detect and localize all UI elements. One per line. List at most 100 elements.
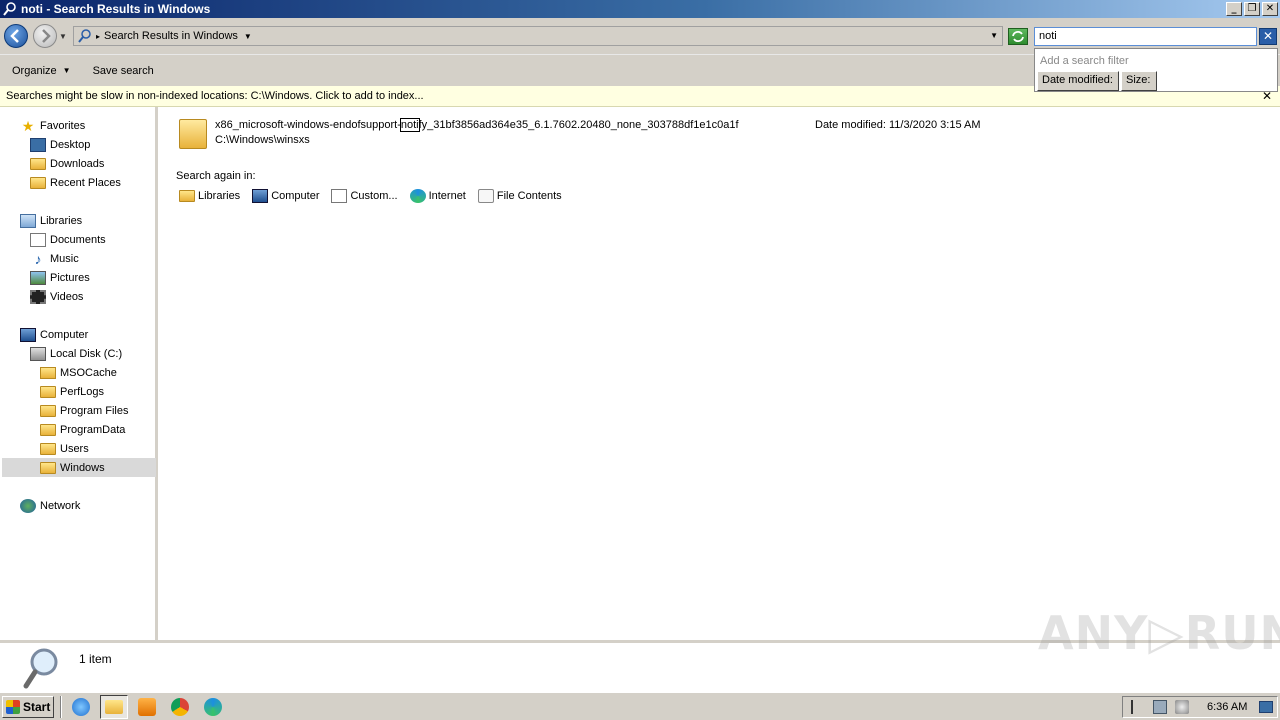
nav-windows[interactable]: Windows [2, 458, 156, 477]
result-name-prefix: x86_microsoft-windows-endofsupport- [215, 119, 401, 131]
search-again-libraries[interactable]: Libraries [179, 189, 240, 203]
nav-pictures[interactable]: Pictures [30, 268, 90, 287]
crumb-arrow-icon[interactable]: ▸ [96, 32, 100, 41]
save-search-button[interactable]: Save search [93, 65, 154, 77]
search-again-custom[interactable]: Custom... [331, 189, 398, 203]
action-center-flag-icon[interactable] [1131, 700, 1145, 714]
chrome-taskbar-button[interactable] [166, 695, 194, 719]
search-again-internet[interactable]: Internet [409, 189, 466, 203]
back-button[interactable] [4, 24, 28, 48]
result-name-match: noti [399, 118, 420, 132]
desktop-icon [30, 137, 46, 152]
ie-taskbar-button[interactable] [67, 695, 95, 719]
history-dropdown-icon[interactable]: ▼ [59, 32, 69, 42]
organize-button[interactable]: Organize ▼ [12, 65, 71, 77]
search-icon [3, 2, 17, 16]
system-tray: 6:36 AM [1122, 696, 1278, 718]
nav-libraries-label: Libraries [40, 214, 83, 227]
item-count: 1 item [79, 652, 112, 666]
nav-libraries[interactable]: Libraries [20, 211, 82, 230]
nav-documents[interactable]: Documents [30, 230, 106, 249]
libraries-icon [179, 190, 195, 202]
folder-icon [40, 442, 56, 455]
nav-music[interactable]: ♪ Music [30, 249, 79, 268]
search-again-computer[interactable]: Computer [252, 189, 319, 203]
search-results-icon [78, 29, 92, 43]
file-contents-icon [477, 189, 494, 203]
result-item-path: C:\Windows\winsxs [215, 134, 310, 146]
downloads-folder-icon [30, 157, 46, 170]
search-again-internet-label: Internet [428, 190, 466, 202]
edge-icon [409, 189, 426, 203]
nav-network-label: Network [40, 499, 81, 512]
nav-network[interactable]: Network [20, 496, 80, 515]
nav-programdata-label: ProgramData [60, 423, 126, 436]
result-item-name[interactable]: x86_microsoft-windows-endofsupport-notif… [215, 118, 739, 132]
explorer-taskbar-button[interactable] [100, 694, 128, 719]
nav-desktop[interactable]: Desktop [30, 135, 90, 154]
nav-programdata[interactable]: ProgramData [40, 420, 125, 439]
folder-icon [40, 461, 56, 474]
taskbar: Start 6:36 AM [0, 692, 1280, 720]
volume-icon[interactable] [1175, 700, 1189, 714]
forward-arrow-icon [42, 29, 51, 43]
search-again-custom-label: Custom... [350, 190, 398, 202]
search-filter-popup: Add a search filter Date modified: Size: [1034, 48, 1278, 92]
nav-desktop-label: Desktop [50, 138, 91, 151]
nav-program-files[interactable]: Program Files [40, 401, 128, 420]
start-button[interactable]: Start [2, 695, 54, 718]
nav-perflogs-label: PerfLogs [60, 385, 105, 398]
size-filter-button[interactable]: Size: [1121, 71, 1157, 91]
media-player-taskbar-button[interactable] [133, 695, 161, 719]
clock[interactable]: 6:36 AM [1207, 701, 1247, 713]
nav-local-disk[interactable]: Local Disk (C:) [30, 344, 122, 363]
result-item-date: Date modified: 11/3/2020 3:15 AM [815, 119, 981, 131]
pictures-icon [30, 270, 46, 285]
nav-computer-label: Computer [40, 328, 89, 341]
nav-program-files-label: Program Files [60, 404, 129, 417]
network-tray-icon[interactable] [1153, 700, 1167, 714]
nav-users[interactable]: Users [40, 439, 89, 458]
folder-icon [40, 404, 56, 417]
nav-favorites-label: Favorites [40, 119, 86, 132]
search-again-label: Search again in: [176, 170, 256, 182]
search-again-file-contents-label: File Contents [496, 190, 562, 202]
nav-msocache-label: MSOCache [60, 366, 117, 379]
info-bar-message[interactable]: Searches might be slow in non-indexed lo… [6, 90, 424, 102]
search-again-options: Libraries Computer Custom... Internet Fi… [179, 189, 562, 203]
folder-icon [40, 385, 56, 398]
search-again-file-contents[interactable]: File Contents [477, 189, 562, 203]
address-dropdown-icon[interactable]: ▼ [990, 31, 998, 40]
nav-favorites[interactable]: ★ Favorites [20, 116, 86, 135]
nav-recent-places[interactable]: Recent Places [30, 173, 121, 192]
show-desktop-icon[interactable] [1259, 701, 1274, 713]
navigation-pane: ★ Favorites Desktop Downloads Recent Pla… [0, 107, 158, 640]
date-modified-filter-button[interactable]: Date modified: [1037, 71, 1119, 91]
minimize-button[interactable]: _ [1226, 2, 1242, 16]
breadcrumb-search-results[interactable]: Search Results in Windows [104, 30, 238, 42]
refresh-button[interactable] [1008, 28, 1028, 45]
window-title: noti - Search Results in Windows [21, 2, 211, 16]
window-title-bar[interactable]: noti - Search Results in Windows _ ❐ ✕ [0, 0, 1280, 18]
organize-label: Organize [12, 64, 57, 77]
crumb-dropdown-icon[interactable]: ▼ [244, 32, 252, 41]
search-input[interactable]: noti [1034, 27, 1257, 46]
clear-search-icon[interactable]: ✕ [1259, 28, 1277, 45]
media-player-icon [138, 697, 156, 716]
nav-downloads[interactable]: Downloads [30, 154, 104, 173]
nav-music-label: Music [50, 252, 79, 265]
forward-button[interactable] [33, 24, 57, 48]
address-bar[interactable]: ▸ Search Results in Windows ▼ ▼ [73, 26, 1003, 46]
edge-taskbar-button[interactable] [199, 695, 227, 719]
folder-icon[interactable] [179, 119, 207, 149]
nav-msocache[interactable]: MSOCache [40, 363, 117, 382]
nav-videos[interactable]: Videos [30, 287, 83, 306]
refresh-icon [1012, 31, 1024, 42]
restore-button[interactable]: ❐ [1244, 2, 1260, 16]
internet-explorer-icon [72, 697, 90, 716]
locked-folder-icon [40, 366, 56, 379]
back-arrow-icon [10, 29, 19, 43]
close-button[interactable]: ✕ [1262, 2, 1278, 16]
nav-computer[interactable]: Computer [20, 325, 88, 344]
nav-perflogs[interactable]: PerfLogs [40, 382, 104, 401]
